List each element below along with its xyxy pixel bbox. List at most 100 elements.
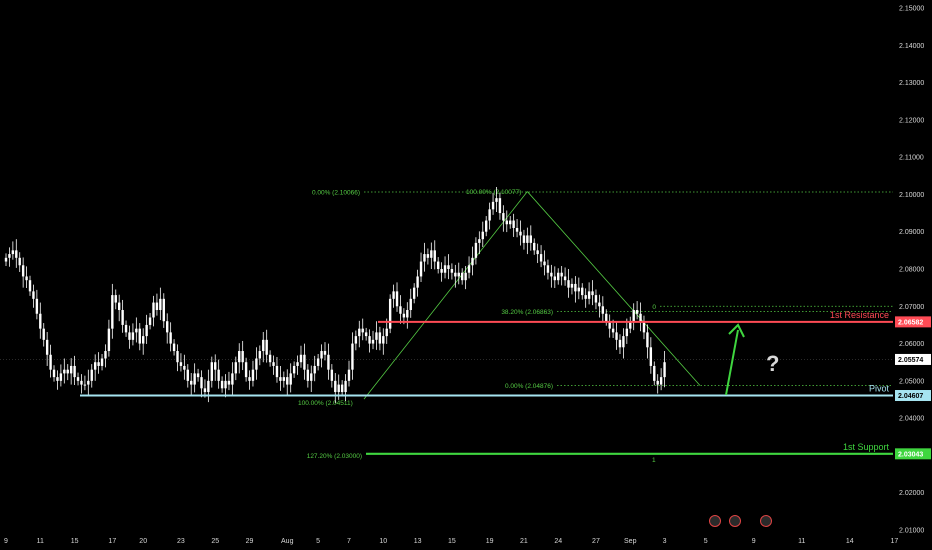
price-tick-label: 2.09000: [899, 229, 924, 236]
time-tick-label: 11: [798, 538, 805, 545]
candle-body: [152, 302, 155, 318]
candle-body: [485, 220, 488, 232]
candle-body: [378, 332, 382, 344]
candle-body: [190, 380, 193, 385]
fib-level-label: 100.00% (2.10077): [466, 189, 521, 196]
candle-body: [519, 231, 522, 236]
candle-body: [186, 369, 189, 381]
candle-body: [323, 351, 327, 355]
candle-body: [25, 276, 28, 281]
candle-body: [200, 377, 203, 389]
time-tick-label: Sep: [624, 538, 637, 545]
candle-body: [653, 365, 656, 381]
candle-body: [502, 213, 505, 221]
event-flag-icon[interactable]: [760, 515, 772, 527]
candle-body: [478, 239, 481, 243]
time-tick-label: 25: [211, 538, 219, 545]
time-tick-label: 9: [752, 538, 756, 545]
candle-body: [289, 373, 292, 385]
level-price-label: 2.06582: [898, 319, 923, 326]
candle-body: [399, 306, 402, 314]
candle-body: [45, 339, 49, 355]
time-tick-label: 17: [108, 538, 116, 545]
candle-body: [347, 369, 351, 381]
time-tick-label: 21: [520, 538, 528, 545]
candle-body: [162, 298, 165, 322]
candle-body: [371, 339, 375, 344]
candle-body: [100, 358, 104, 366]
candle-body: [337, 384, 340, 393]
candle-body: [351, 343, 354, 370]
candle-body: [601, 306, 605, 314]
candle-body: [227, 380, 231, 385]
candle-body: [330, 369, 334, 381]
current-price-marker: 2.05574: [895, 353, 931, 365]
candle-body: [368, 336, 371, 344]
candle-body: [292, 365, 296, 374]
candle-body: [632, 310, 635, 322]
candle-body: [615, 332, 618, 340]
candle-body: [11, 250, 15, 255]
candle-body: [491, 201, 495, 210]
candle-body: [385, 328, 388, 337]
time-tick-label: 11: [37, 538, 44, 545]
candle-body: [334, 380, 337, 393]
candle-body: [217, 369, 220, 381]
candle-body: [447, 265, 450, 269]
candle-body: [635, 310, 639, 314]
candle-body: [594, 295, 598, 303]
candle-body: [392, 291, 395, 299]
candle-body: [512, 220, 515, 228]
candle-body: [591, 291, 594, 296]
fib-level-label: 100.00% (2.04511): [298, 400, 353, 407]
candle-body: [310, 373, 313, 381]
candle-body: [364, 332, 368, 337]
candle-body: [128, 332, 131, 340]
candle-body: [498, 198, 502, 214]
candle-body: [320, 351, 323, 359]
candle-body: [587, 291, 591, 299]
candle-body: [563, 276, 567, 281]
price-tick-label: 2.14000: [899, 43, 924, 50]
candle-body: [567, 280, 570, 288]
candle-body: [327, 354, 330, 370]
candle-body: [248, 377, 251, 381]
candle-body: [59, 373, 63, 381]
event-flag-icon[interactable]: [729, 515, 741, 527]
time-tick-label: 5: [316, 538, 320, 545]
candle-body: [52, 369, 56, 378]
candle-body: [179, 362, 183, 366]
candle-body: [299, 354, 303, 363]
candle-body: [474, 242, 478, 258]
price-tick-label: 2.07000: [899, 304, 924, 311]
fib-level-label: 38.20% (2.06863): [501, 309, 553, 316]
candle-body: [625, 328, 629, 337]
price-tick-label: 2.06000: [899, 341, 924, 348]
candle-body: [21, 265, 25, 277]
candle-body: [268, 354, 272, 363]
candle-body: [15, 250, 18, 258]
candle-body: [39, 313, 42, 329]
candle-body: [220, 380, 224, 389]
candle-body: [90, 369, 93, 381]
candle-body: [69, 365, 73, 374]
candle-body: [467, 265, 471, 273]
fib-level-label: 127.20% (2.03000): [307, 453, 362, 460]
candle-body: [618, 339, 622, 348]
fib-level-label: 0.00% (2.04876): [505, 383, 553, 390]
candle-body: [529, 235, 532, 243]
candle-body: [76, 377, 80, 381]
candle-body: [255, 358, 258, 370]
candle-body: [495, 198, 498, 202]
fib-level-label: 0: [652, 304, 656, 311]
candle-body: [142, 336, 145, 344]
candle-body: [543, 261, 546, 266]
price-chart[interactable]: 2.15000 2.14000 2.13000 2.12000 2.11000 2.100…: [0, 0, 932, 550]
candle-body: [83, 384, 87, 386]
candle-body: [440, 269, 443, 273]
event-flag-icon[interactable]: [709, 515, 721, 527]
candle-body: [611, 328, 615, 333]
candle-body: [210, 362, 213, 381]
price-tick-label: 2.15000: [899, 6, 924, 13]
candle-body: [550, 272, 553, 277]
